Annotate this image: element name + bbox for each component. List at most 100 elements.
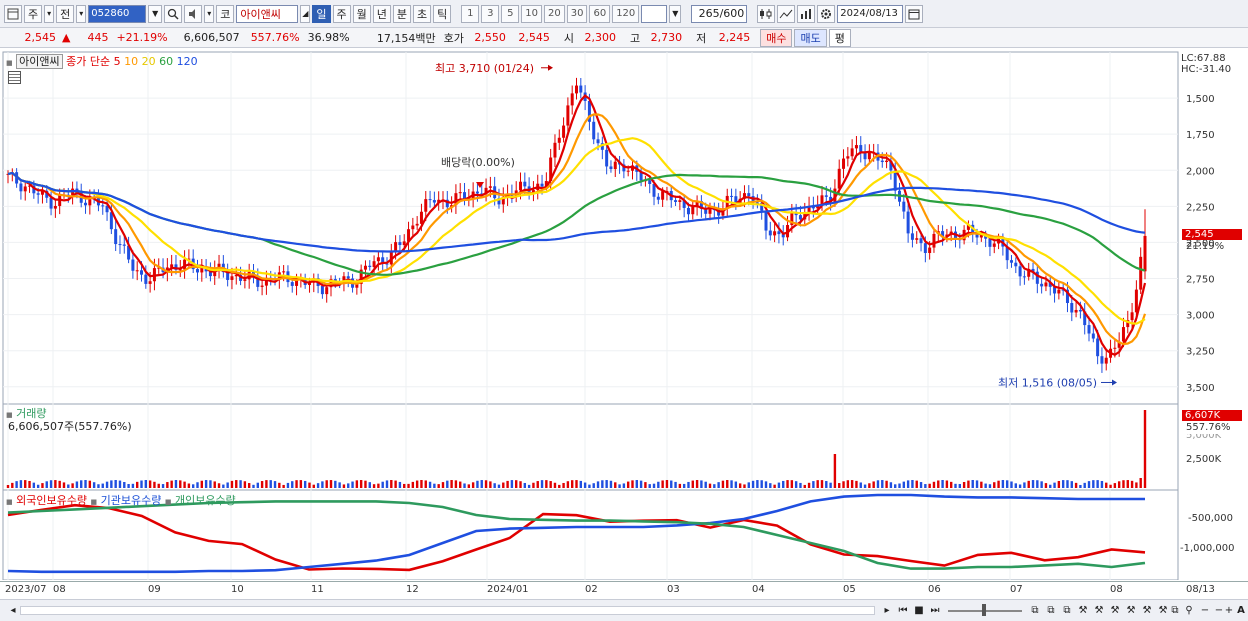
interval-5-button[interactable]: 5 [501,4,520,23]
volume-bar [1109,484,1112,488]
calendar-icon[interactable] [905,4,924,23]
market-button[interactable]: 코 [216,4,235,23]
candle-body [282,271,286,273]
period-month-button[interactable]: 월 [352,4,371,23]
volume-bar [446,480,449,488]
window-icon[interactable]: ⧉ [1168,603,1182,618]
volume-bar [881,480,884,488]
zoom-out-icon[interactable]: − [1198,603,1212,618]
ma-10-label: 10 [124,55,139,68]
type-selector[interactable]: 주 [24,4,43,23]
chevron-down-icon[interactable]: ▼ [148,4,163,23]
stop-icon[interactable]: ■ [912,603,926,618]
x-axis: 2023/07 08 09 10 11 12 2024/01 02 03 04 … [0,581,1248,597]
sell-button[interactable]: 매도 [794,28,827,47]
volume-bar [971,480,974,488]
tools-icon[interactable]: ⚒ [1092,603,1106,618]
volume-bar [80,480,83,488]
interval-1-button[interactable]: 1 [461,4,480,23]
zoom-slider-thumb[interactable] [982,604,986,616]
candle-body [730,195,734,197]
panel-handle-icon: ■ [164,498,172,506]
count-input[interactable]: 265 /600 [691,4,748,23]
bar-chart-icon[interactable] [797,4,816,23]
interval-120-button[interactable]: 120 [612,4,640,23]
candle-body [988,238,992,247]
speaker-icon[interactable] [184,4,203,23]
volume-bar [583,482,587,488]
eval-button[interactable]: 평 [828,28,851,47]
font-size-icon[interactable]: A [1234,603,1248,618]
search-icon[interactable] [164,4,183,23]
window-icon[interactable]: ⧉ [1044,603,1058,618]
volume-bar [183,481,186,488]
tools-icon[interactable]: ⚒ [1076,603,1090,618]
interval-custom-input[interactable] [641,4,668,23]
period-second-button[interactable]: 초 [413,4,432,23]
date-field[interactable]: 2024/08/13 [837,4,904,23]
tools-icon[interactable]: ⚒ [1124,603,1138,618]
volume-bar [889,482,893,488]
horizontal-scrollbar[interactable] [20,606,875,615]
x-label-2024-01: 2024/01 [487,584,529,595]
volume-bar [424,480,427,488]
candle-body [928,247,932,253]
candle-body [394,242,398,251]
volume-bar [734,481,738,488]
period-day-button[interactable]: 일 [312,4,331,23]
buy-button[interactable]: 매수 [760,28,793,47]
layout-icon[interactable] [4,4,22,23]
volume-bar [467,484,471,488]
table-icon[interactable] [8,71,21,84]
volume-bar [88,480,92,488]
interval-60-button[interactable]: 60 [589,4,611,23]
volume-bar [144,480,148,488]
fast-forward-icon[interactable]: ⏭ [928,603,942,618]
chevron-down-icon[interactable]: ▾ [204,4,215,23]
candle-body [798,215,802,220]
interval-3-button[interactable]: 3 [481,4,500,23]
gear-icon[interactable] [817,4,836,23]
stock-name-field[interactable]: 아이앤씨 [236,4,299,23]
volume-bar [226,482,229,488]
draw-tool-icon[interactable] [777,4,796,23]
volume-bar [49,480,53,488]
interval-20-button[interactable]: 20 [543,4,565,23]
zoom-icon[interactable]: ⚲ [1182,603,1196,618]
y-tick-label: 3,250 [1186,347,1215,358]
dropdown-arrow-icon[interactable]: ▾ [76,4,87,23]
volume-bar [32,482,36,488]
window-icon[interactable]: ⧉ [1060,603,1074,618]
candle-body [592,121,596,140]
candle-icon[interactable] [757,4,776,23]
scroll-right-icon[interactable]: ▸ [880,603,894,618]
name-dropdown-icon[interactable]: ◢ [300,4,311,23]
volume-bar [1105,482,1108,488]
period-tick-button[interactable]: 틱 [433,4,452,23]
candle-body [523,181,527,187]
candle-body [200,268,204,273]
volume-bar [751,480,755,488]
scroll-left-icon[interactable]: ◂ [6,603,20,618]
volume-bar [92,482,96,488]
volume-bar [838,483,841,488]
period-week-button[interactable]: 주 [332,4,351,23]
tools-icon[interactable]: ⚒ [1108,603,1122,618]
volume-bar [428,481,432,488]
interval-10-button[interactable]: 10 [521,4,542,23]
period-minute-button[interactable]: 분 [392,4,411,23]
chevron-down-icon[interactable]: ▼ [669,4,682,23]
dropdown-arrow-icon[interactable]: ▾ [44,4,55,23]
period-year-button[interactable]: 년 [372,4,391,23]
volume-bar [11,482,14,488]
tools-icon[interactable]: ⚒ [1140,603,1154,618]
candle-body [910,233,914,240]
volume-bar [769,483,772,488]
ma-5-label: 5 [113,55,121,68]
rewind-icon[interactable]: ⏮ [896,603,910,618]
interval-30-button[interactable]: 30 [566,4,588,23]
candle-body [1009,260,1013,263]
window-icon[interactable]: ⧉ [1028,603,1042,618]
jeon-button[interactable]: 전 [56,4,75,23]
stock-code-input[interactable]: 052860 [88,4,147,23]
